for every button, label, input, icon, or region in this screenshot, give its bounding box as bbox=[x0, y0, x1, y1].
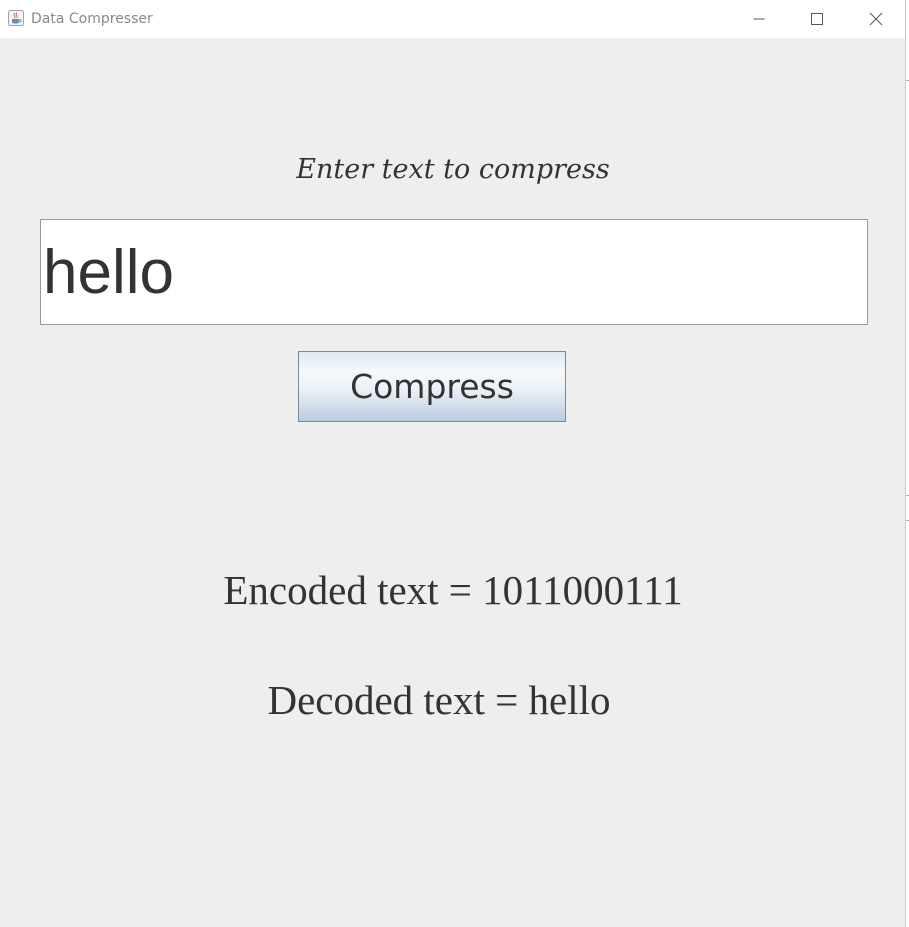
close-icon bbox=[869, 12, 883, 26]
minimize-icon bbox=[753, 13, 765, 25]
close-button[interactable] bbox=[847, 0, 905, 38]
maximize-icon bbox=[811, 13, 823, 25]
text-to-compress-input[interactable] bbox=[40, 219, 868, 325]
compress-button[interactable]: Compress bbox=[298, 351, 566, 422]
encoded-text-label: Encoded text = 1011000111 bbox=[223, 567, 683, 613]
java-cup-icon bbox=[8, 10, 24, 26]
minimize-button[interactable] bbox=[730, 0, 788, 38]
app-window: Data Compresser Enter text to compress C… bbox=[0, 0, 906, 927]
decoded-text-label: Decoded text = hello bbox=[267, 677, 611, 723]
window-title: Data Compresser bbox=[31, 11, 153, 27]
input-prompt-label: Enter text to compress bbox=[296, 154, 610, 185]
maximize-button[interactable] bbox=[788, 0, 846, 38]
title-bar[interactable]: Data Compresser bbox=[0, 0, 905, 39]
